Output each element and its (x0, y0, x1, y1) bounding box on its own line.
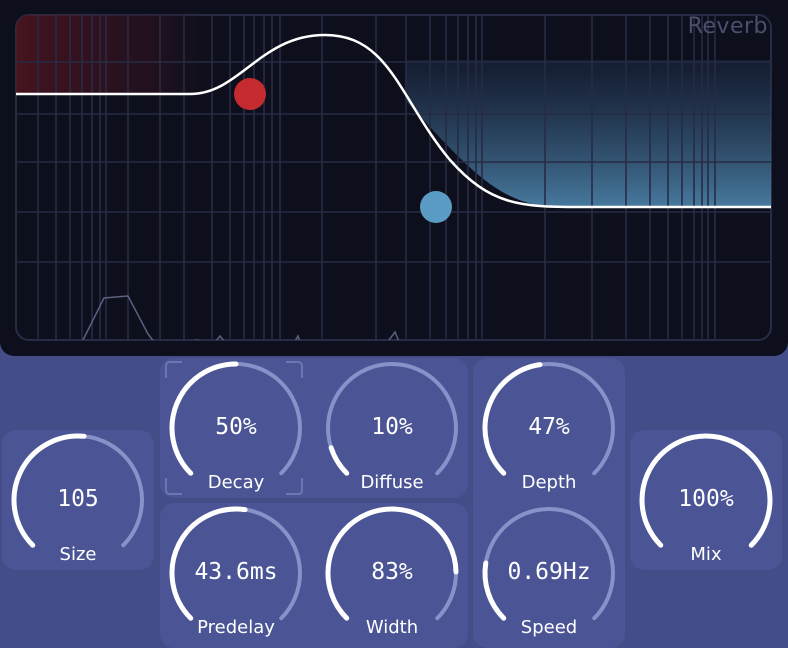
size-label: Size (59, 544, 97, 565)
diffuse-value: 10% (371, 414, 413, 440)
decay-knob[interactable]: 50% Decay (160, 358, 312, 498)
speed-label: Speed (520, 617, 578, 638)
mix-knob[interactable]: 100% Mix (630, 430, 782, 570)
predelay-value: 43.6ms (194, 559, 278, 585)
modulation-card: 47% Depth 0.69Hz Speed (473, 358, 625, 648)
low-band-handle[interactable] (234, 78, 266, 110)
mix-card: 100% Mix (630, 430, 782, 570)
depth-label: Depth (521, 472, 577, 493)
filter-graph[interactable] (0, 0, 788, 356)
mix-label: Mix (690, 544, 722, 565)
width-knob[interactable]: 83% Width (316, 503, 468, 648)
diffuse-knob[interactable]: 10% Diffuse (316, 358, 468, 498)
depth-knob[interactable]: 47% Depth (473, 358, 625, 498)
speed-knob[interactable]: 0.69Hz Speed (473, 503, 625, 648)
width-label: Width (365, 617, 419, 638)
diffuse-label: Diffuse (360, 472, 424, 493)
decay-label: Decay (207, 472, 265, 493)
size-card: 105 Size (2, 430, 154, 570)
reverb-plugin: Reverb 105 Size 50% Decay 10% Diffuse 43.6m… (0, 0, 788, 648)
diffuse-knob-value-arc (328, 445, 350, 476)
filter-display[interactable]: Reverb (0, 0, 788, 356)
mix-value: 100% (678, 486, 734, 512)
size-knob[interactable]: 105 Size (2, 430, 154, 570)
plugin-title: Reverb (687, 14, 768, 39)
high-band-glow (405, 60, 771, 207)
depth-value: 47% (528, 414, 570, 440)
decay-value: 50% (215, 414, 257, 440)
decay-diffuse-card: 50% Decay 10% Diffuse (160, 358, 468, 498)
low-band-glow (16, 15, 226, 95)
width-value: 83% (371, 559, 413, 585)
predelay-width-card: 43.6ms Predelay 83% Width (160, 503, 468, 648)
predelay-label: Predelay (197, 617, 275, 638)
high-band-handle[interactable] (420, 191, 452, 223)
speed-value: 0.69Hz (507, 559, 591, 585)
size-value: 105 (57, 486, 99, 512)
predelay-knob[interactable]: 43.6ms Predelay (160, 503, 312, 648)
